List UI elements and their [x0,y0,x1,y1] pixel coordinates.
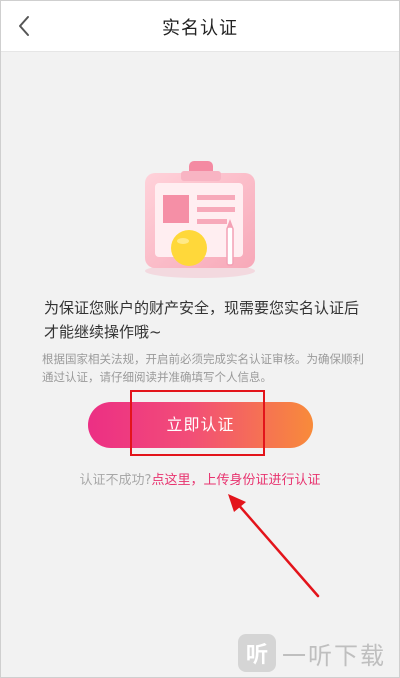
clipboard-illustration [145,161,255,278]
watermark: 听 一听下载 [238,633,398,673]
watermark-logo: 听 [238,634,276,672]
page-title: 实名认证 [162,18,238,39]
annotation-highlight-box [130,390,265,456]
nav-bar: 实名认证 [1,1,399,52]
watermark-text: 一听下载 [282,641,386,670]
verification-failed-row: 认证不成功?点这里，上传身份证进行认证 [0,469,400,488]
main-message: 为保证您账户的财产安全，现需要您实名认证后才能继续操作哦~ [44,299,360,341]
legal-notice: 根据国家相关法规，开启前必须完成实名认证审核。为确保顺利通过认证，请仔细阅读并准… [42,352,364,384]
fail-prefix-text: 认证不成功? [79,473,152,488]
annotation-arrow [228,494,320,598]
upload-id-link[interactable]: 点这里，上传身份证进行认证 [151,473,320,488]
